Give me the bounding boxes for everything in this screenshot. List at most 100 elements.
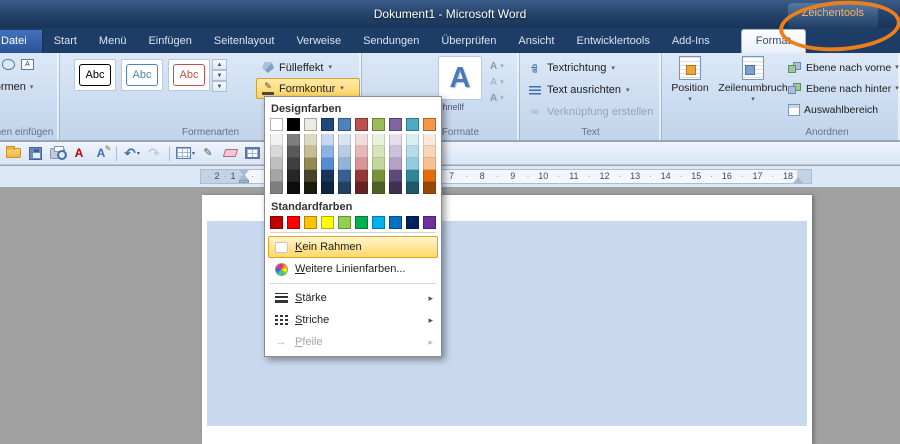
theme-variant-swatch[interactable]	[338, 158, 351, 170]
theme-variant-swatch[interactable]	[304, 182, 317, 194]
theme-color-swatch[interactable]	[287, 118, 300, 131]
theme-variant-swatch[interactable]	[406, 134, 419, 146]
theme-variant-swatch[interactable]	[270, 170, 283, 182]
theme-color-swatch[interactable]	[372, 118, 385, 131]
standard-color-swatch[interactable]	[287, 216, 300, 229]
menu-item-weitere-linienfarben[interactable]: Weitere Linienfarben...	[268, 258, 438, 280]
theme-variant-swatch[interactable]	[304, 158, 317, 170]
tab-überprüfen[interactable]: Überprüfen	[430, 30, 507, 53]
left-indent-marker[interactable]	[239, 180, 249, 183]
theme-variant-swatch[interactable]	[406, 146, 419, 158]
right-indent-marker[interactable]	[793, 177, 803, 183]
theme-variant-swatch[interactable]	[372, 158, 385, 170]
toolbar-undo-button[interactable]: ↶▾	[122, 144, 142, 163]
tab-einfügen[interactable]: Einfügen	[137, 30, 202, 53]
theme-variant-swatch[interactable]	[321, 146, 334, 158]
theme-variant-swatch[interactable]	[389, 158, 402, 170]
theme-variant-swatch[interactable]	[423, 182, 436, 194]
standard-color-swatch[interactable]	[304, 216, 317, 229]
theme-variant-swatch[interactable]	[355, 158, 368, 170]
standard-color-swatch[interactable]	[372, 216, 385, 229]
theme-variant-swatch[interactable]	[287, 146, 300, 158]
standard-color-swatch[interactable]	[406, 216, 419, 229]
theme-variant-swatch[interactable]	[270, 182, 283, 194]
theme-variant-swatch[interactable]	[338, 134, 351, 146]
toolbar-eraser-button[interactable]	[220, 144, 240, 163]
menu-item-pfeile[interactable]: →Pfeile▸	[268, 331, 438, 353]
theme-variant-swatch[interactable]	[304, 170, 317, 182]
gallery-scroll-down-icon[interactable]: ▼	[212, 70, 227, 81]
theme-color-swatch[interactable]	[270, 118, 283, 131]
toolbar-redo-button[interactable]: ↷	[144, 144, 164, 163]
wordart-style-gallery[interactable]: A	[438, 56, 482, 100]
standard-color-swatch[interactable]	[338, 216, 351, 229]
tab-verweise[interactable]: Verweise	[285, 30, 352, 53]
button-textrichtung[interactable]: abTextrichtung▾	[528, 57, 653, 79]
theme-variant-swatch[interactable]	[287, 158, 300, 170]
standard-color-swatch[interactable]	[423, 216, 436, 229]
zeilenumbruch-button[interactable]: Zeilenumbruch ▾	[720, 56, 786, 103]
theme-variant-swatch[interactable]	[372, 134, 385, 146]
theme-variant-swatch[interactable]	[389, 134, 402, 146]
tab-entwicklertools[interactable]: Entwicklertools	[565, 30, 660, 53]
theme-variant-swatch[interactable]	[287, 170, 300, 182]
theme-variant-swatch[interactable]	[389, 170, 402, 182]
shape-style-item-1[interactable]: Abc	[74, 59, 116, 91]
tab-ansicht[interactable]: Ansicht	[507, 30, 565, 53]
button-verknüpfung-erstellen[interactable]: ∞Verknüpfung erstellen	[528, 101, 653, 123]
text-effects-button[interactable]: A ▾	[488, 90, 518, 106]
tab-start[interactable]: Start	[43, 30, 88, 53]
tab-datei[interactable]: Datei	[0, 30, 43, 53]
theme-variant-swatch[interactable]	[372, 182, 385, 194]
button-ebene-nach-vorne[interactable]: Ebene nach vorne▾	[788, 57, 899, 78]
menu-item-stärke[interactable]: Stärke▸	[268, 287, 438, 309]
button-ebene-nach-hinter[interactable]: Ebene nach hinter▾	[788, 78, 899, 99]
tab-menü[interactable]: Menü	[88, 30, 138, 53]
theme-variant-swatch[interactable]	[304, 134, 317, 146]
edit-shape-icon[interactable]	[2, 59, 15, 70]
formen-button[interactable]: Formen ▾	[0, 81, 33, 93]
theme-variant-swatch[interactable]	[270, 158, 283, 170]
theme-variant-swatch[interactable]	[389, 182, 402, 194]
theme-variant-swatch[interactable]	[406, 158, 419, 170]
tab-format[interactable]: Format	[741, 29, 806, 53]
theme-variant-swatch[interactable]	[270, 146, 283, 158]
toolbar-save-button[interactable]	[25, 144, 45, 163]
theme-variant-swatch[interactable]	[321, 182, 334, 194]
tab-sendungen[interactable]: Sendungen	[352, 30, 430, 53]
theme-color-swatch[interactable]	[355, 118, 368, 131]
theme-variant-swatch[interactable]	[338, 182, 351, 194]
standard-color-swatch[interactable]	[355, 216, 368, 229]
theme-variant-swatch[interactable]	[423, 134, 436, 146]
standard-color-swatch[interactable]	[321, 216, 334, 229]
theme-variant-swatch[interactable]	[321, 158, 334, 170]
menu-item-kein-rahmen[interactable]: Kein Rahmen	[268, 236, 438, 258]
tab-add-ins[interactable]: Add-Ins	[661, 30, 721, 53]
theme-variant-swatch[interactable]	[355, 170, 368, 182]
toolbar-print-preview-button[interactable]	[47, 144, 67, 163]
toolbar-open-button[interactable]	[3, 144, 23, 163]
theme-variant-swatch[interactable]	[423, 158, 436, 170]
theme-color-swatch[interactable]	[321, 118, 334, 131]
theme-variant-swatch[interactable]	[338, 170, 351, 182]
shape-style-item-2[interactable]: Abc	[121, 59, 163, 91]
theme-variant-swatch[interactable]	[355, 146, 368, 158]
theme-variant-swatch[interactable]	[389, 146, 402, 158]
theme-variant-swatch[interactable]	[372, 146, 385, 158]
theme-color-swatch[interactable]	[423, 118, 436, 131]
fuelleffekt-button[interactable]: Fülleffekt ▾	[256, 57, 360, 78]
theme-color-swatch[interactable]	[338, 118, 351, 131]
theme-variant-swatch[interactable]	[287, 134, 300, 146]
theme-variant-swatch[interactable]	[406, 170, 419, 182]
toolbar-draw-table-button[interactable]: ✎	[198, 144, 218, 163]
theme-variant-swatch[interactable]	[423, 170, 436, 182]
standard-color-swatch[interactable]	[389, 216, 402, 229]
gallery-more-icon[interactable]: ▼	[212, 81, 227, 92]
button-text-ausrichten[interactable]: Text ausrichten▾	[528, 79, 653, 101]
theme-color-swatch[interactable]	[406, 118, 419, 131]
theme-variant-swatch[interactable]	[372, 170, 385, 182]
toolbar-font-color-button[interactable]: A	[69, 144, 89, 163]
gallery-scroll-up-icon[interactable]: ▲	[212, 59, 227, 70]
button-auswahlbereich[interactable]: Auswahlbereich	[788, 99, 899, 120]
toolbar-insert-table-button[interactable]: ▾	[175, 144, 196, 163]
